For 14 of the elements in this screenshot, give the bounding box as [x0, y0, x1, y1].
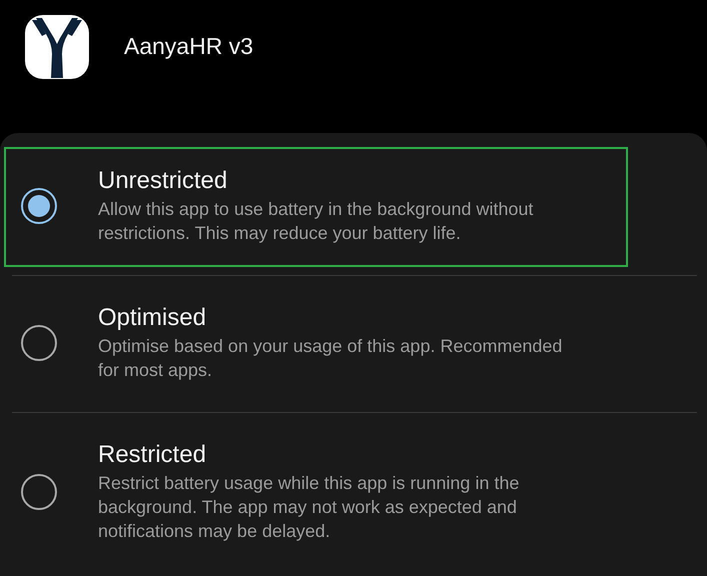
option-title: Optimised	[98, 304, 208, 332]
battery-option[interactable]: Optimised Optimise based on your usage of this app. Recommended for most apps.	[4, 284, 628, 404]
radio-button[interactable]	[20, 187, 58, 225]
option-title: Restricted	[98, 441, 208, 469]
option-description: Allow this app to use battery in the background without restrictions. This may reduce your battery life.	[98, 198, 534, 245]
radio-button[interactable]	[20, 473, 58, 511]
app-logo-icon	[24, 14, 90, 80]
radio-button[interactable]	[20, 324, 58, 362]
battery-option[interactable]: Unrestricted Allow this app to use battery in the background without restrictions. This may reduce your battery life.	[4, 147, 628, 267]
option-description: Restrict battery usage while this app is running in the background. The app may not work as expected and notifications may be delayed.	[98, 472, 520, 543]
option-title: Unrestricted	[98, 167, 228, 195]
option-description: Optimise based on your usage of this app. Recommended for most apps.	[98, 335, 564, 382]
app-name: AanyaHR v3	[124, 33, 254, 60]
battery-option[interactable]: Restricted Restrict battery usage while this app is running in the background. The app may not work as expected and notifications may be delayed.	[4, 421, 628, 565]
